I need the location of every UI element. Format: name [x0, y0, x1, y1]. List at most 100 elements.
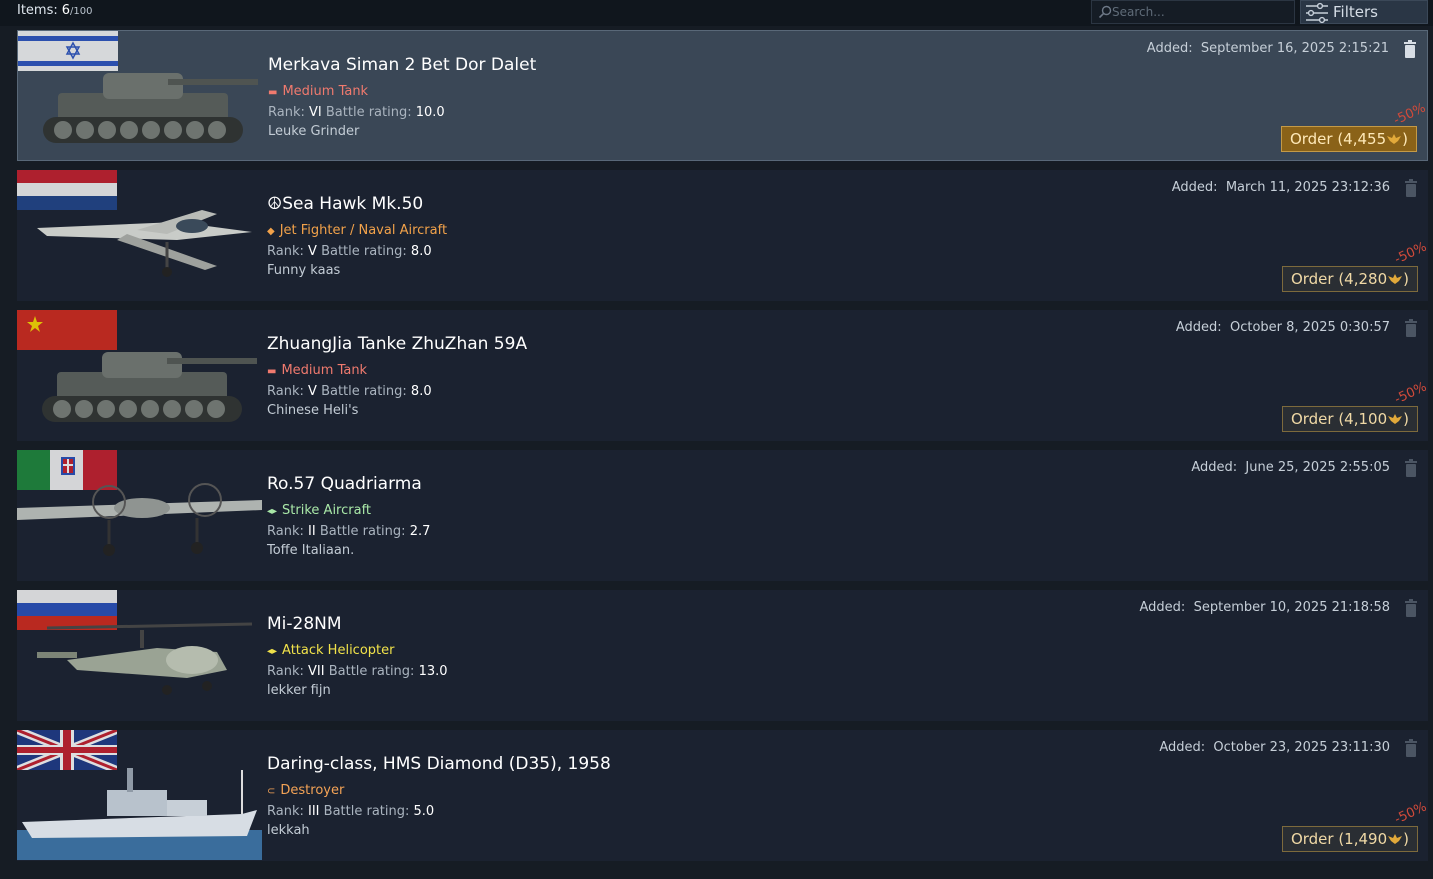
trash-icon[interactable]	[1404, 599, 1418, 617]
vehicle-note: Leuke Grinder	[268, 124, 360, 139]
added-value: October 23, 2025 23:11:30	[1213, 740, 1390, 755]
added-label: Added:	[1191, 460, 1238, 475]
order-suffix: )	[1402, 130, 1408, 148]
vehicle-type-label: Jet Fighter / Naval Aircraft	[279, 223, 448, 238]
discount-percent: -50%	[1392, 379, 1430, 408]
vehicle-name[interactable]: Mi-28NM	[267, 614, 342, 634]
vehicle-type-label: Destroyer	[280, 783, 345, 798]
attack-helicopter-icon: ◂▸	[267, 646, 278, 657]
vehicle-note: Toffe Italiaan.	[267, 543, 355, 558]
vehicle-type: ⊂ Destroyer	[267, 783, 344, 798]
wishlist-row[interactable]: Daring-class, HMS Diamond (D35), 1958 ⊂ D…	[17, 730, 1430, 861]
golden-eagle-icon	[1387, 134, 1402, 144]
rank-line: Rank: VII Battle rating: 13.0	[267, 664, 448, 679]
vehicle-image	[17, 450, 262, 580]
wishlist-row[interactable]: Ro.57 Quadriarma ◂▸ Strike Aircraft Rank:…	[17, 450, 1428, 581]
vehicle-name[interactable]: ZhuangJia Tanke ZhuZhan 59A	[267, 334, 527, 354]
vehicle-type: ◆ Jet Fighter / Naval Aircraft	[267, 223, 447, 238]
items-count: 6	[61, 3, 71, 18]
vehicle-image	[18, 31, 263, 161]
rank-line: Rank: II Battle rating: 2.7	[267, 524, 430, 539]
battle-rating-label: Battle rating:	[323, 804, 410, 819]
order-label: Order (1,490	[1290, 830, 1388, 848]
battle-rating-label: Battle rating:	[321, 244, 407, 259]
search-icon	[1098, 5, 1112, 19]
search-box[interactable]	[1091, 0, 1295, 24]
order-suffix: )	[1403, 410, 1409, 428]
vehicle-thumbnail	[18, 31, 263, 161]
battle-rating-label: Battle rating:	[319, 524, 406, 539]
strike-aircraft-icon: ◂▸	[267, 506, 278, 517]
search-input[interactable]	[1112, 1, 1292, 23]
added-date: Added: October 23, 2025 23:11:30	[1159, 740, 1390, 755]
added-date: Added: September 16, 2025 2:15:21	[1147, 41, 1389, 56]
wishlist-row[interactable]: Mi-28NM ◂▸ Attack Helicopter Rank: VII Ba…	[17, 590, 1428, 721]
battle-rating-label: Battle rating:	[321, 384, 407, 399]
destroyer-icon: ⊂	[267, 786, 276, 797]
filters-label: Filters	[1333, 3, 1378, 21]
vehicle-note: lekker fijn	[267, 683, 331, 698]
added-label: Added:	[1159, 740, 1206, 755]
vehicle-name[interactable]: Ro.57 Quadriarma	[267, 474, 422, 494]
rank-value: V	[308, 384, 317, 399]
order-button[interactable]: Order (1,490)	[1281, 826, 1418, 852]
wishlist-row[interactable]: ☮Sea Hawk Mk.50 ◆ Jet Fighter / Naval Air…	[17, 170, 1430, 301]
added-date: Added: March 11, 2025 23:12:36	[1172, 180, 1390, 195]
vehicle-type-label: Strike Aircraft	[282, 503, 372, 518]
order-button[interactable]: Order (4,100)	[1281, 406, 1418, 432]
order-suffix: )	[1403, 830, 1409, 848]
vehicle-type: ▬ Medium Tank	[267, 363, 367, 378]
rank-line: Rank: III Battle rating: 5.0	[267, 804, 434, 819]
filters-button[interactable]: Filters	[1300, 0, 1428, 24]
added-label: Added:	[1171, 180, 1218, 195]
items-counter: Items: 6/100	[17, 3, 93, 18]
vehicle-name[interactable]: Daring-class, HMS Diamond (D35), 1958	[267, 754, 611, 774]
added-label: Added:	[1139, 600, 1186, 615]
vehicle-image	[17, 590, 262, 720]
rank-line: Rank: V Battle rating: 8.0	[267, 244, 432, 259]
battle-rating-value: 10.0	[415, 105, 445, 120]
vehicle-type-label: Attack Helicopter	[282, 643, 395, 658]
trash-icon[interactable]	[1404, 739, 1418, 757]
order-button[interactable]: Order (4,280)	[1281, 266, 1418, 292]
trash-icon[interactable]	[1404, 179, 1418, 197]
trash-icon[interactable]	[1404, 459, 1418, 477]
items-label: Items:	[17, 3, 58, 18]
added-date: Added: October 8, 2025 0:30:57	[1176, 320, 1390, 335]
added-date: Added: September 10, 2025 21:18:58	[1140, 600, 1390, 615]
rank-label: Rank:	[267, 524, 304, 539]
golden-eagle-icon	[1388, 834, 1403, 844]
added-value: September 10, 2025 21:18:58	[1193, 600, 1390, 615]
discount-percent: -50%	[1392, 799, 1430, 828]
vehicle-thumbnail	[17, 730, 262, 860]
rank-value: VII	[308, 664, 325, 679]
vehicle-type-label: Medium Tank	[282, 84, 369, 99]
battle-rating-value: 5.0	[413, 804, 435, 819]
added-value: September 16, 2025 2:15:21	[1200, 41, 1389, 56]
rank-value: V	[308, 244, 317, 259]
top-bar: Items:6/100 Filters	[0, 0, 1433, 26]
battle-rating-value: 2.7	[409, 524, 431, 539]
vehicle-note: Funny kaas	[267, 263, 341, 278]
vehicle-thumbnail	[17, 590, 262, 720]
order-button[interactable]: Order (4,455)	[1280, 126, 1417, 152]
vehicle-thumbnail	[17, 310, 262, 440]
vehicle-note: Chinese Heli's	[267, 403, 359, 418]
vehicle-name[interactable]: ☮Sea Hawk Mk.50	[267, 194, 423, 214]
order-label: Order (4,455	[1289, 130, 1387, 148]
rank-label: Rank:	[267, 804, 304, 819]
medium-tank-icon: ▬	[267, 366, 277, 377]
vehicle-type-label: Medium Tank	[281, 363, 368, 378]
trash-icon[interactable]	[1403, 40, 1417, 58]
wishlist-row[interactable]: ZhuangJia Tanke ZhuZhan 59A ▬ Medium Tank…	[17, 310, 1430, 441]
added-value: June 25, 2025 2:55:05	[1245, 460, 1390, 475]
filters-icon	[1306, 2, 1328, 24]
wishlist-row[interactable]: Merkava Siman 2 Bet Dor Dalet ▬ Medium Ta…	[17, 30, 1429, 161]
battle-rating-value: 8.0	[410, 384, 432, 399]
trash-icon[interactable]	[1404, 319, 1418, 337]
vehicle-type: ◂▸ Attack Helicopter	[267, 643, 394, 658]
added-label: Added:	[1175, 320, 1222, 335]
vehicle-name[interactable]: Merkava Siman 2 Bet Dor Dalet	[268, 55, 536, 75]
battle-rating-value: 8.0	[410, 244, 432, 259]
jet-fighter-icon: ◆	[267, 226, 275, 237]
